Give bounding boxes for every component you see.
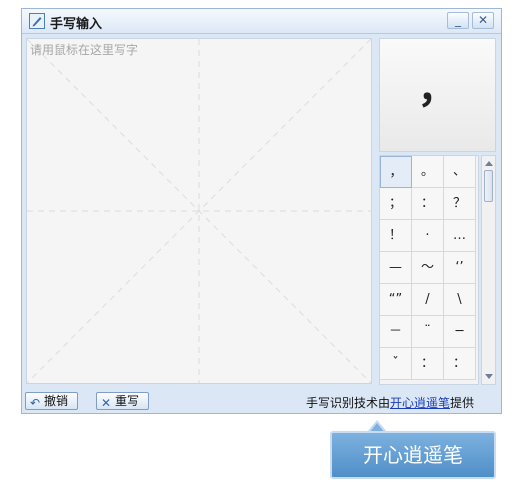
close-icon: ✕ — [477, 13, 489, 27]
credit-prefix: 手写识别技术由 — [306, 396, 391, 410]
rewrite-label: 重写 — [115, 394, 140, 408]
candidate-scrollbar[interactable] — [481, 155, 496, 385]
candidate-cell[interactable]: ： — [444, 348, 476, 380]
candidate-cell[interactable]: ─ — [444, 316, 476, 348]
tooltip-text: 开心逍遥笔 — [363, 443, 463, 467]
canvas-guides — [27, 39, 371, 383]
candidate-cell[interactable]: ： — [412, 348, 444, 380]
credit-link[interactable]: 开心逍遥笔 — [390, 396, 450, 410]
rewrite-button[interactable]: ✕ 重写 — [96, 392, 149, 410]
candidate-cell[interactable]: ？ — [444, 188, 476, 220]
link-tooltip: 开心逍遥笔 — [330, 431, 496, 479]
candidate-cell[interactable]: — — [380, 252, 412, 284]
candidate-cell[interactable]: ～ — [412, 252, 444, 284]
undo-label: 撤销 — [44, 394, 69, 408]
canvas-hint: 请用鼠标在这里写字 — [30, 43, 139, 57]
candidate-cell[interactable]: ˇ — [380, 348, 412, 380]
window-title: 手写输入 — [50, 17, 103, 32]
credit-text: 手写识别技术由开心逍遥笔提供 — [306, 394, 474, 411]
scroll-up-icon[interactable] — [485, 161, 493, 166]
pen-icon — [29, 13, 45, 29]
scroll-thumb[interactable] — [484, 170, 493, 202]
candidate-cell[interactable]: · — [412, 220, 444, 252]
candidate-cell[interactable]: 。 — [412, 156, 444, 188]
minimize-icon: _ — [455, 13, 461, 27]
candidate-grid: ，。、；：？！ ·… — ～ ‘’ “” / \ － ¨ ─ ˇ：： — [379, 155, 479, 385]
candidate-cell[interactable]: ： — [412, 188, 444, 220]
handwriting-window: 手写输入 _ ✕ 请用鼠标在这里写字 ， ，。、；：？！ ·… — ～ ‘’ “” / \ － ¨… — [21, 8, 502, 414]
minimize-button[interactable]: _ — [447, 12, 469, 29]
title-bar[interactable]: 手写输入 _ ✕ — [22, 9, 501, 34]
candidate-cell[interactable]: “” — [380, 284, 412, 316]
candidate-preview: ， — [379, 38, 496, 152]
candidate-cell[interactable]: … — [444, 220, 476, 252]
candidate-cell[interactable]: － — [380, 316, 412, 348]
candidate-cell[interactable]: \ — [444, 284, 476, 316]
clear-icon: ✕ — [101, 396, 112, 410]
candidate-cell[interactable]: ‘’ — [444, 252, 476, 284]
candidate-cell[interactable]: ， — [380, 156, 412, 188]
candidate-cell[interactable]: ； — [380, 188, 412, 220]
candidate-cell[interactable]: 、 — [444, 156, 476, 188]
close-button[interactable]: ✕ — [472, 12, 494, 29]
candidate-cell[interactable]: ¨ — [412, 316, 444, 348]
undo-button[interactable]: ↶ 撤销 — [25, 392, 78, 410]
preview-char: ， — [417, 66, 458, 112]
candidate-cell[interactable]: ！ — [380, 220, 412, 252]
handwriting-canvas[interactable]: 请用鼠标在这里写字 — [26, 38, 372, 384]
undo-icon: ↶ — [30, 396, 41, 410]
credit-suffix: 提供 — [450, 396, 475, 410]
scroll-down-icon[interactable] — [485, 374, 493, 379]
candidate-cell[interactable]: / — [412, 284, 444, 316]
